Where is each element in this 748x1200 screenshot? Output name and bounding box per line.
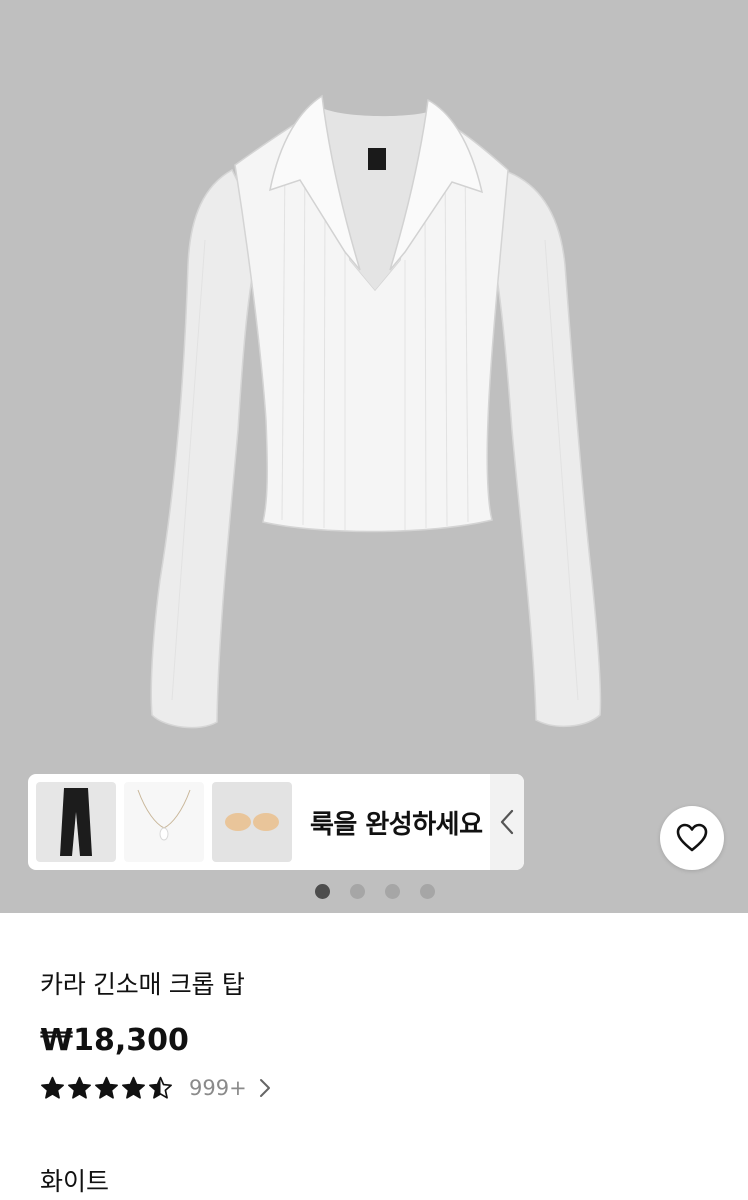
wishlist-button[interactable] <box>660 806 724 870</box>
product-title: 카라 긴소매 크롭 탑 <box>40 970 245 999</box>
look-label: 룩을 완성하세요 <box>310 809 483 840</box>
review-count: 999+ <box>189 1076 247 1100</box>
look-collapse-button[interactable] <box>490 774 524 870</box>
look-thumbnail-pants[interactable] <box>36 782 116 862</box>
star-rating <box>40 1076 173 1100</box>
chevron-right-icon <box>259 1078 271 1098</box>
product-image-gallery[interactable]: 룩을 완성하세요 <box>0 0 748 913</box>
star-icon <box>68 1076 91 1099</box>
necklace-image <box>137 789 191 841</box>
star-icon <box>95 1076 118 1099</box>
pants-image <box>60 788 92 856</box>
pagination-dot[interactable] <box>385 884 400 899</box>
pagination-dot[interactable] <box>315 884 330 899</box>
look-thumbnail-necklace[interactable] <box>124 782 204 862</box>
pagination-dot[interactable] <box>350 884 365 899</box>
product-info: 카라 긴소매 크롭 탑 ₩18,300 999+ 화이트 <box>40 965 720 1198</box>
product-price: ₩18,300 <box>40 1023 189 1058</box>
star-icon <box>41 1076 64 1099</box>
chevron-left-icon <box>500 809 514 835</box>
nipple-covers-image <box>225 813 279 831</box>
heart-icon <box>676 823 708 852</box>
image-pagination <box>0 884 748 899</box>
star-icon <box>122 1076 145 1099</box>
pagination-dot[interactable] <box>420 884 435 899</box>
star-icon <box>149 1076 172 1099</box>
selected-color: 화이트 <box>40 1167 110 1196</box>
look-thumbnail-nipple-covers[interactable] <box>212 782 292 862</box>
reviews-link[interactable]: 999+ <box>40 1076 720 1100</box>
complete-the-look-bar[interactable]: 룩을 완성하세요 <box>28 774 524 870</box>
